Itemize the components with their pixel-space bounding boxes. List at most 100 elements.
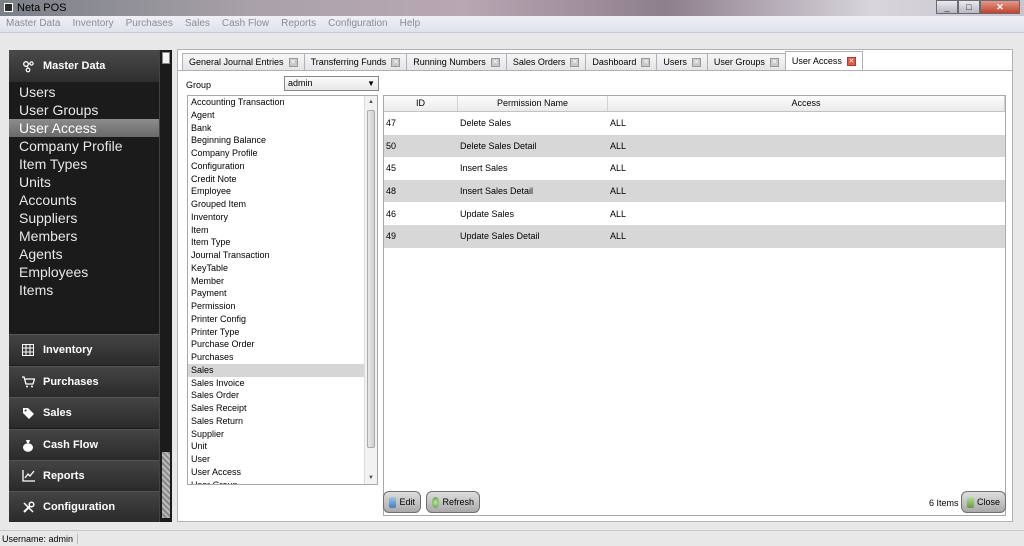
sidebar-group-configuration[interactable]: Configuration xyxy=(9,491,159,522)
module-list-item[interactable]: Grouped Item xyxy=(188,198,365,211)
column-header-id[interactable]: ID xyxy=(384,96,458,111)
module-list-item[interactable]: Credit Note xyxy=(188,173,365,186)
cell-id: 47 xyxy=(386,118,397,129)
sidebar-item-members[interactable]: Members xyxy=(9,227,159,245)
maximize-button[interactable]: □ xyxy=(958,0,980,14)
module-list-item[interactable]: Employee xyxy=(188,185,365,198)
tab-running-numbers[interactable]: Running Numbers ✕ xyxy=(406,53,507,70)
edit-button[interactable]: Edit xyxy=(383,491,421,513)
sidebar-group-sales[interactable]: Sales xyxy=(9,397,159,428)
tab-sales-orders[interactable]: Sales Orders ✕ xyxy=(505,53,587,70)
sidebar-scroll-thumb[interactable] xyxy=(162,52,170,64)
module-list-item[interactable]: Permission xyxy=(188,300,365,313)
sidebar-group-inventory[interactable]: Inventory xyxy=(9,334,159,365)
cell-id: 48 xyxy=(386,186,397,197)
sidebar-group-purchases[interactable]: Purchases xyxy=(9,366,159,397)
menu-help[interactable]: Help xyxy=(400,16,421,32)
minimize-button[interactable]: _ xyxy=(936,0,958,14)
module-list-item[interactable]: Inventory xyxy=(188,211,365,224)
module-list-item[interactable]: Supplier xyxy=(188,428,365,441)
close-tab-icon[interactable]: ✕ xyxy=(641,57,651,67)
close-tab-icon[interactable]: ✕ xyxy=(570,57,580,67)
sidebar-item-suppliers[interactable]: Suppliers xyxy=(9,209,159,227)
scroll-up-icon[interactable]: ▲ xyxy=(365,96,377,108)
module-list-item[interactable]: Sales xyxy=(188,363,365,377)
module-list-item[interactable]: Company Profile xyxy=(188,147,365,160)
close-tab-icon[interactable]: ✕ xyxy=(846,56,856,66)
sidebar-item-units[interactable]: Units xyxy=(9,173,159,191)
table-row[interactable]: 48 Insert Sales Detail ALL xyxy=(384,179,1005,203)
module-list-item[interactable]: User Group xyxy=(188,479,365,485)
sidebar-item-items[interactable]: Items xyxy=(9,281,159,299)
sidebar-scrollbar[interactable] xyxy=(159,50,172,522)
sidebar-item-user-groups[interactable]: User Groups xyxy=(9,101,159,119)
group-select[interactable]: admin ▼ xyxy=(284,76,379,91)
module-list-item[interactable]: KeyTable xyxy=(188,262,365,275)
module-list-item[interactable]: Configuration xyxy=(188,160,365,173)
refresh-button[interactable]: Refresh xyxy=(426,491,480,513)
sidebar-item-users[interactable]: Users xyxy=(9,83,159,101)
sidebar-group-cash-flow[interactable]: Cash Flow xyxy=(9,429,159,460)
close-tab-icon[interactable]: ✕ xyxy=(288,57,298,67)
module-list-item[interactable]: Agent xyxy=(188,109,365,122)
module-list-item[interactable]: Unit xyxy=(188,440,365,453)
permission-grid: ID Permission Name Access 47 Delete Sales… xyxy=(383,95,1006,516)
tab-transferring-funds[interactable]: Transferring Funds ✕ xyxy=(303,53,408,70)
tab-users[interactable]: Users ✕ xyxy=(656,53,708,70)
menu-sales[interactable]: Sales xyxy=(185,16,210,32)
scroll-down-icon[interactable]: ▼ xyxy=(365,472,377,484)
module-list-item[interactable]: Item xyxy=(188,224,365,237)
sidebar-item-agents[interactable]: Agents xyxy=(9,245,159,263)
sidebar-header-master-data[interactable]: Master Data xyxy=(9,50,159,82)
module-list-item[interactable]: Accounting Transaction xyxy=(188,96,365,109)
table-row[interactable]: 47 Delete Sales ALL xyxy=(384,112,1005,135)
module-list-scrollbar[interactable]: ▲ ▼ xyxy=(364,96,377,484)
module-list-item[interactable]: Payment xyxy=(188,287,365,300)
module-list-item[interactable]: Purchases xyxy=(188,351,365,364)
module-list-item[interactable]: User Access xyxy=(188,466,365,479)
sidebar-item-employees[interactable]: Employees xyxy=(9,263,159,281)
module-list-item[interactable]: Item Type xyxy=(188,236,365,249)
menu-cash-flow[interactable]: Cash Flow xyxy=(222,16,269,32)
sidebar-group-reports[interactable]: Reports xyxy=(9,460,159,491)
module-list-item[interactable]: Member xyxy=(188,275,365,288)
close-window-button[interactable]: ✕ xyxy=(980,0,1020,14)
menu-reports[interactable]: Reports xyxy=(281,16,316,32)
module-list-item[interactable]: Bank xyxy=(188,122,365,135)
module-list-item[interactable]: Sales Receipt xyxy=(188,402,365,415)
close-tab-icon[interactable]: ✕ xyxy=(490,57,500,67)
table-row[interactable]: 45 Insert Sales ALL xyxy=(384,157,1005,180)
module-list-item[interactable]: Journal Transaction xyxy=(188,249,365,262)
module-list-item[interactable]: Sales Return xyxy=(188,415,365,428)
sidebar-item-user-access[interactable]: User Access xyxy=(9,119,159,137)
column-header-permission-name[interactable]: Permission Name xyxy=(458,96,608,111)
table-row[interactable]: 49 Update Sales Detail ALL xyxy=(384,224,1005,248)
sidebar-item-accounts[interactable]: Accounts xyxy=(9,191,159,209)
close-tab-icon[interactable]: ✕ xyxy=(769,57,779,67)
tab-user-access[interactable]: User Access ✕ xyxy=(784,51,863,70)
module-list-item[interactable]: Printer Config xyxy=(188,313,365,326)
menu-master-data[interactable]: Master Data xyxy=(6,16,60,32)
close-button[interactable]: Close xyxy=(961,491,1006,513)
menu-purchases[interactable]: Purchases xyxy=(126,16,173,32)
menu-configuration[interactable]: Configuration xyxy=(328,16,387,32)
module-list-item[interactable]: User xyxy=(188,453,365,466)
module-list-item[interactable]: Purchase Order xyxy=(188,338,365,351)
module-list-item[interactable]: Beginning Balance xyxy=(188,134,365,147)
menu-inventory[interactable]: Inventory xyxy=(72,16,113,32)
sidebar-scroll-grip[interactable] xyxy=(162,452,170,518)
close-tab-icon[interactable]: ✕ xyxy=(691,57,701,67)
sidebar-item-company-profile[interactable]: Company Profile xyxy=(9,137,159,155)
tab-general-journal-entries[interactable]: General Journal Entries ✕ xyxy=(182,53,305,70)
module-list-item[interactable]: Sales Invoice xyxy=(188,377,365,390)
module-list-scroll-thumb[interactable] xyxy=(367,110,375,448)
table-row[interactable]: 50 Delete Sales Detail ALL xyxy=(384,134,1005,158)
table-row[interactable]: 46 Update Sales ALL xyxy=(384,202,1005,225)
close-tab-icon[interactable]: ✕ xyxy=(391,57,401,67)
module-list-item[interactable]: Sales Order xyxy=(188,389,365,402)
sidebar-item-item-types[interactable]: Item Types xyxy=(9,155,159,173)
module-list-item[interactable]: Printer Type xyxy=(188,326,365,339)
tab-dashboard[interactable]: Dashboard ✕ xyxy=(585,53,658,70)
column-header-access[interactable]: Access xyxy=(608,96,1005,111)
tab-user-groups[interactable]: User Groups ✕ xyxy=(706,53,786,70)
